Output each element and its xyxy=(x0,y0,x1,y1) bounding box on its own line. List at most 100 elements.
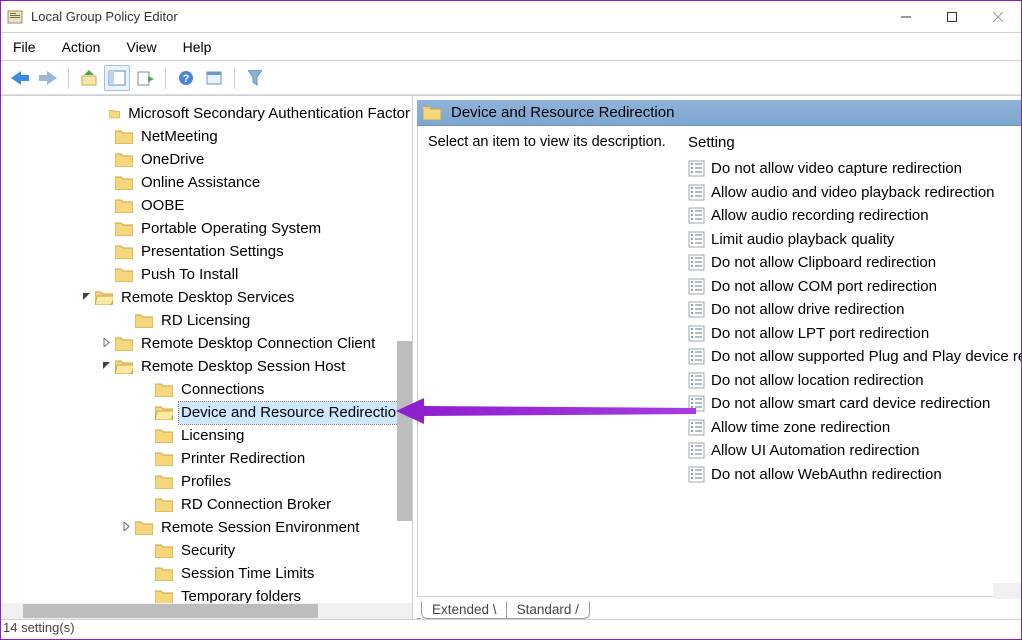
expander-closed-icon[interactable] xyxy=(119,517,133,539)
tree-item[interactable]: NetMeeting xyxy=(1,125,412,148)
tree-item[interactable]: Microsoft Secondary Authentication Facto… xyxy=(1,102,412,125)
tree-item-label[interactable]: Online Assistance xyxy=(139,172,262,194)
folder-icon xyxy=(115,129,133,144)
setting-item[interactable]: Allow audio and video playback redirecti… xyxy=(688,181,1021,205)
tree-item[interactable]: Temporary folders xyxy=(1,585,412,603)
tree-item[interactable]: RD Licensing xyxy=(1,309,412,332)
tree-item[interactable]: Licensing xyxy=(1,424,412,447)
maximize-button[interactable] xyxy=(929,1,975,33)
close-button[interactable] xyxy=(975,1,1021,33)
export-button[interactable] xyxy=(132,65,158,91)
tree-item-label[interactable]: RD Licensing xyxy=(159,310,252,332)
filter-button[interactable] xyxy=(242,65,268,91)
tab-standard[interactable]: Standard xyxy=(517,602,572,617)
window-title: Local Group Policy Editor xyxy=(31,9,883,24)
tree-item-label[interactable]: OneDrive xyxy=(139,149,206,171)
tree-item[interactable]: Remote Session Environment xyxy=(1,516,412,539)
setting-item[interactable]: Do not allow drive redirection xyxy=(688,298,1021,322)
policy-setting-icon xyxy=(688,278,705,295)
settings-list: Do not allow video capture redirection Al… xyxy=(688,157,1021,486)
tree-item-label[interactable]: Temporary folders xyxy=(179,586,303,604)
folder-open-icon xyxy=(95,290,113,305)
tree-item-label[interactable]: Push To Install xyxy=(139,264,240,286)
tree-item[interactable]: Remote Desktop Services xyxy=(1,286,412,309)
menu-file[interactable]: File xyxy=(9,37,48,57)
tree-item-label[interactable]: Profiles xyxy=(179,471,233,493)
tree-item-label[interactable]: Printer Redirection xyxy=(179,448,307,470)
tree-item[interactable]: Push To Install xyxy=(1,263,412,286)
expander-closed-icon[interactable] xyxy=(99,333,113,355)
settings-column-header[interactable]: Setting xyxy=(688,132,1021,157)
tree-item-label[interactable]: Licensing xyxy=(179,425,246,447)
tree-item[interactable]: Portable Operating System xyxy=(1,217,412,240)
tree-item[interactable]: Online Assistance xyxy=(1,171,412,194)
expander-open-icon[interactable] xyxy=(79,287,93,309)
setting-label: Allow UI Automation redirection xyxy=(711,442,919,459)
setting-item[interactable]: Do not allow location redirection xyxy=(688,369,1021,393)
tree-item[interactable]: RD Connection Broker xyxy=(1,493,412,516)
tree-item[interactable]: Profiles xyxy=(1,470,412,493)
setting-item[interactable]: Do not allow WebAuthn redirection xyxy=(688,463,1021,487)
tree-item-label[interactable]: NetMeeting xyxy=(139,126,220,148)
tree-item[interactable]: Device and Resource Redirection xyxy=(1,401,412,424)
tree-item-label[interactable]: OOBE xyxy=(139,195,186,217)
tree-item[interactable]: OOBE xyxy=(1,194,412,217)
tree-item-label[interactable]: Session Time Limits xyxy=(179,563,316,585)
tree-item-label[interactable]: Microsoft Secondary Authentication Facto… xyxy=(126,103,412,125)
setting-item[interactable]: Do not allow Clipboard redirection xyxy=(688,251,1021,275)
setting-item[interactable]: Do not allow supported Plug and Play dev… xyxy=(688,345,1021,369)
policy-setting-icon xyxy=(688,325,705,342)
setting-item[interactable]: Do not allow video capture redirection xyxy=(688,157,1021,181)
setting-item[interactable]: Allow audio recording redirection xyxy=(688,204,1021,228)
toolbar-separator-2 xyxy=(165,67,166,89)
tree-item-label[interactable]: Portable Operating System xyxy=(139,218,323,240)
tree-item-label[interactable]: Device and Resource Redirection xyxy=(179,402,406,424)
minimize-button[interactable] xyxy=(883,1,929,33)
show-hide-tree-button[interactable] xyxy=(104,65,130,91)
setting-item[interactable]: Do not allow COM port redirection xyxy=(688,275,1021,299)
tree-item-label[interactable]: Connections xyxy=(179,379,266,401)
settings-column: Setting Do not allow video capture redir… xyxy=(688,132,1021,596)
menu-help[interactable]: Help xyxy=(179,37,224,57)
back-button[interactable] xyxy=(7,65,33,91)
horizontal-scrollbar-left[interactable] xyxy=(1,603,412,619)
policy-setting-icon xyxy=(688,160,705,177)
properties-button[interactable] xyxy=(201,65,227,91)
tree-item[interactable]: Presentation Settings xyxy=(1,240,412,263)
tab-extended[interactable]: Extended xyxy=(432,602,489,617)
tree-item-label[interactable]: Presentation Settings xyxy=(139,241,286,263)
tree-item-label[interactable]: Remote Desktop Session Host xyxy=(139,356,347,378)
setting-item[interactable]: Do not allow smart card device redirecti… xyxy=(688,392,1021,416)
tree-item[interactable]: OneDrive xyxy=(1,148,412,171)
menu-action[interactable]: Action xyxy=(58,37,113,57)
folder-icon xyxy=(115,152,133,167)
tree-item-label[interactable]: Security xyxy=(179,540,237,562)
tree-item[interactable]: Connections xyxy=(1,378,412,401)
tree-item-label[interactable]: Remote Desktop Services xyxy=(119,287,296,309)
tree-item[interactable]: Remote Desktop Connection Client xyxy=(1,332,412,355)
tree-item[interactable]: Printer Redirection xyxy=(1,447,412,470)
up-button[interactable] xyxy=(76,65,102,91)
tree-item-label[interactable]: Remote Desktop Connection Client xyxy=(139,333,377,355)
setting-label: Do not allow video capture redirection xyxy=(711,160,962,177)
vertical-scrollbar-thumb[interactable] xyxy=(397,341,412,521)
forward-button[interactable] xyxy=(35,65,61,91)
policy-setting-icon xyxy=(688,231,705,248)
expander-open-icon[interactable] xyxy=(99,356,113,378)
tree-item[interactable]: Security xyxy=(1,539,412,562)
setting-item[interactable]: Allow UI Automation redirection xyxy=(688,439,1021,463)
tree-item-label[interactable]: RD Connection Broker xyxy=(179,494,333,516)
tree-item-label[interactable]: Remote Session Environment xyxy=(159,517,361,539)
tree-item[interactable]: Session Time Limits xyxy=(1,562,412,585)
setting-item[interactable]: Do not allow LPT port redirection xyxy=(688,322,1021,346)
horizontal-scroll-thumb[interactable] xyxy=(23,604,318,618)
app-icon xyxy=(7,9,23,25)
menu-view[interactable]: View xyxy=(122,37,168,57)
tree-scroll[interactable]: Microsoft Secondary Authentication Facto… xyxy=(1,96,412,603)
folder-icon xyxy=(135,520,153,535)
tree-item[interactable]: Remote Desktop Session Host xyxy=(1,355,412,378)
policy-setting-icon xyxy=(688,254,705,271)
help-button[interactable]: ? xyxy=(173,65,199,91)
setting-item[interactable]: Allow time zone redirection xyxy=(688,416,1021,440)
setting-item[interactable]: Limit audio playback quality xyxy=(688,228,1021,252)
